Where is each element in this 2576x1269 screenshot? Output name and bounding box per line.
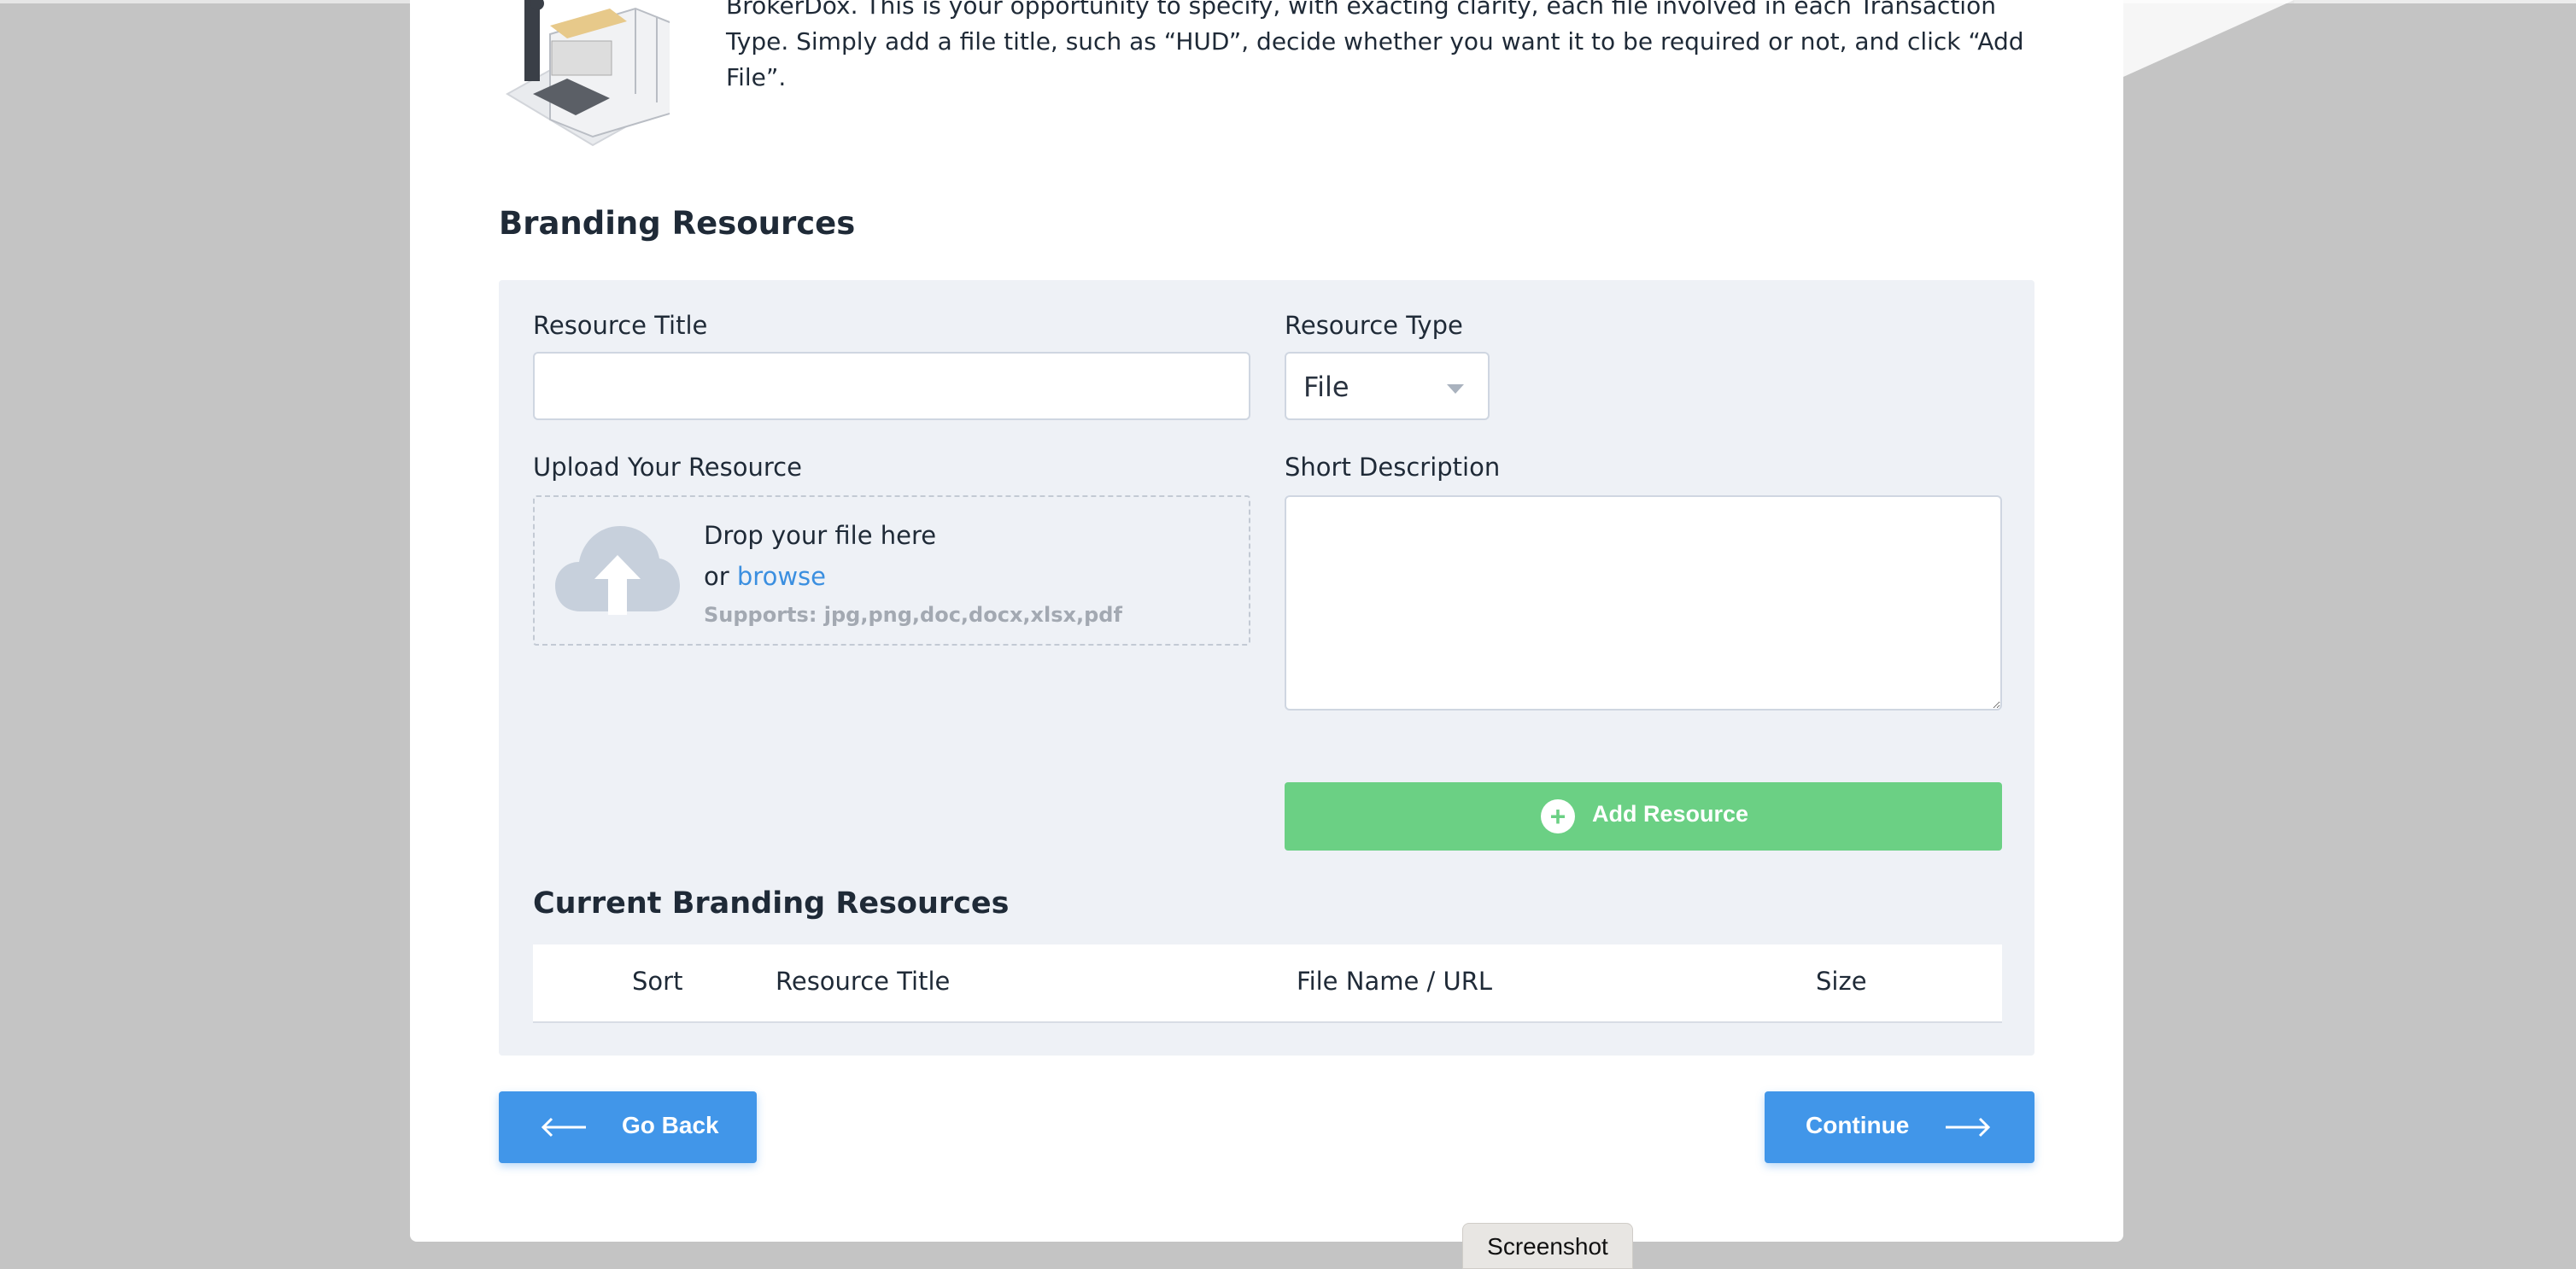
short-description-label: Short Description xyxy=(1285,453,1501,482)
background-decoration xyxy=(2123,0,2576,77)
cloud-upload-icon xyxy=(555,526,680,615)
go-back-button[interactable]: Go Back xyxy=(499,1091,757,1163)
resource-title-input[interactable] xyxy=(533,352,1250,420)
browse-link[interactable]: browse xyxy=(737,562,826,591)
add-resource-button[interactable]: + Add Resource xyxy=(1285,782,2002,851)
screenshot-tooltip: Screenshot xyxy=(1462,1223,1633,1269)
short-description-textarea[interactable] xyxy=(1285,495,2002,711)
resource-title-label: Resource Title xyxy=(533,311,708,340)
file-cabinet-illustration xyxy=(506,0,670,147)
continue-button[interactable]: Continue xyxy=(1765,1091,2034,1163)
browse-line: or browse xyxy=(704,562,826,591)
upload-label: Upload Your Resource xyxy=(533,453,802,482)
column-header-size[interactable]: Size xyxy=(1816,967,1867,996)
current-resources-title: Current Branding Resources xyxy=(533,886,1010,921)
plus-circle-icon: + xyxy=(1541,799,1575,833)
resource-type-value: File xyxy=(1303,371,1349,403)
intro-paragraph: BrokerDox. This is your opportunity to s… xyxy=(726,0,2024,91)
file-dropzone[interactable]: Drop your file here or browse Supports: … xyxy=(533,495,1250,646)
supported-formats: Supports: jpg,png,doc,docx,xlsx,pdf xyxy=(704,603,1122,627)
arrow-right-icon xyxy=(1946,1117,1991,1137)
or-text: or xyxy=(704,562,729,591)
branding-resources-panel: Resource Title Resource Type File Upload… xyxy=(499,280,2034,1056)
resource-type-select[interactable]: File xyxy=(1285,352,1490,420)
drop-text: Drop your file here xyxy=(704,521,937,550)
resources-table-header: Sort Resource Title File Name / URL Size xyxy=(533,944,2002,1023)
section-title: Branding Resources xyxy=(499,205,856,242)
column-header-resource-title[interactable]: Resource Title xyxy=(776,967,950,996)
continue-label: Continue xyxy=(1806,1112,1910,1138)
go-back-label: Go Back xyxy=(622,1112,719,1138)
resource-type-label: Resource Type xyxy=(1285,311,1463,340)
chevron-down-icon xyxy=(1447,384,1464,394)
column-header-file-name[interactable]: File Name / URL xyxy=(1297,967,1492,996)
content-card: BrokerDox. This is your opportunity to s… xyxy=(410,0,2123,1242)
column-header-sort[interactable]: Sort xyxy=(632,967,682,996)
add-resource-label: Add Resource xyxy=(1592,801,1749,827)
arrow-left-icon xyxy=(541,1117,586,1137)
